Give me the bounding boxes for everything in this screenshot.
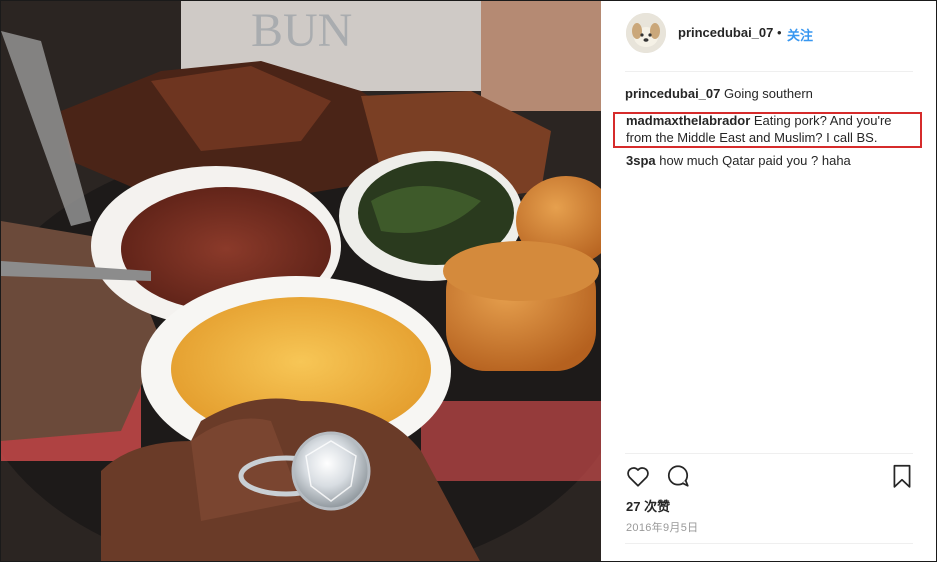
separator-dot: • <box>777 25 782 40</box>
follow-button[interactable]: 关注 <box>787 25 813 44</box>
comment-box-divider <box>625 543 913 544</box>
svg-text:BUN: BUN <box>251 4 352 57</box>
comment-item: 3spa how much Qatar paid you ? haha <box>626 152 916 169</box>
comment-text: how much Qatar paid you ? haha <box>659 153 851 168</box>
comment-bubble-icon[interactable] <box>665 463 691 494</box>
actions-divider <box>625 453 913 454</box>
comments-list: princedubai_07 Going southern <box>625 85 921 108</box>
author-username[interactable]: princedubai_07 <box>678 25 773 40</box>
post-actions <box>625 463 915 489</box>
caption-username[interactable]: princedubai_07 <box>625 86 720 101</box>
like-count[interactable]: 27 次赞 <box>626 496 670 515</box>
instagram-post-frame: BUN princedubai_07 • 关注 princedubai_07 G… <box>0 0 937 562</box>
post-photo[interactable]: BUN <box>1 1 601 561</box>
highlight-box <box>613 112 922 148</box>
post-date: 2016年9月5日 <box>626 522 699 534</box>
header-divider <box>625 71 913 72</box>
caption-text: Going southern <box>724 86 813 101</box>
caption: princedubai_07 Going southern <box>625 85 921 102</box>
author-avatar[interactable] <box>626 13 666 53</box>
food-platter-image: BUN <box>1 1 601 561</box>
dog-avatar-icon <box>626 13 666 53</box>
bookmark-icon[interactable] <box>889 463 915 494</box>
post-header: princedubai_07 • 关注 <box>601 1 936 67</box>
heart-icon[interactable] <box>625 463 651 494</box>
comment-username[interactable]: 3spa <box>626 153 656 168</box>
post-side-panel: princedubai_07 • 关注 princedubai_07 Going… <box>601 1 936 561</box>
